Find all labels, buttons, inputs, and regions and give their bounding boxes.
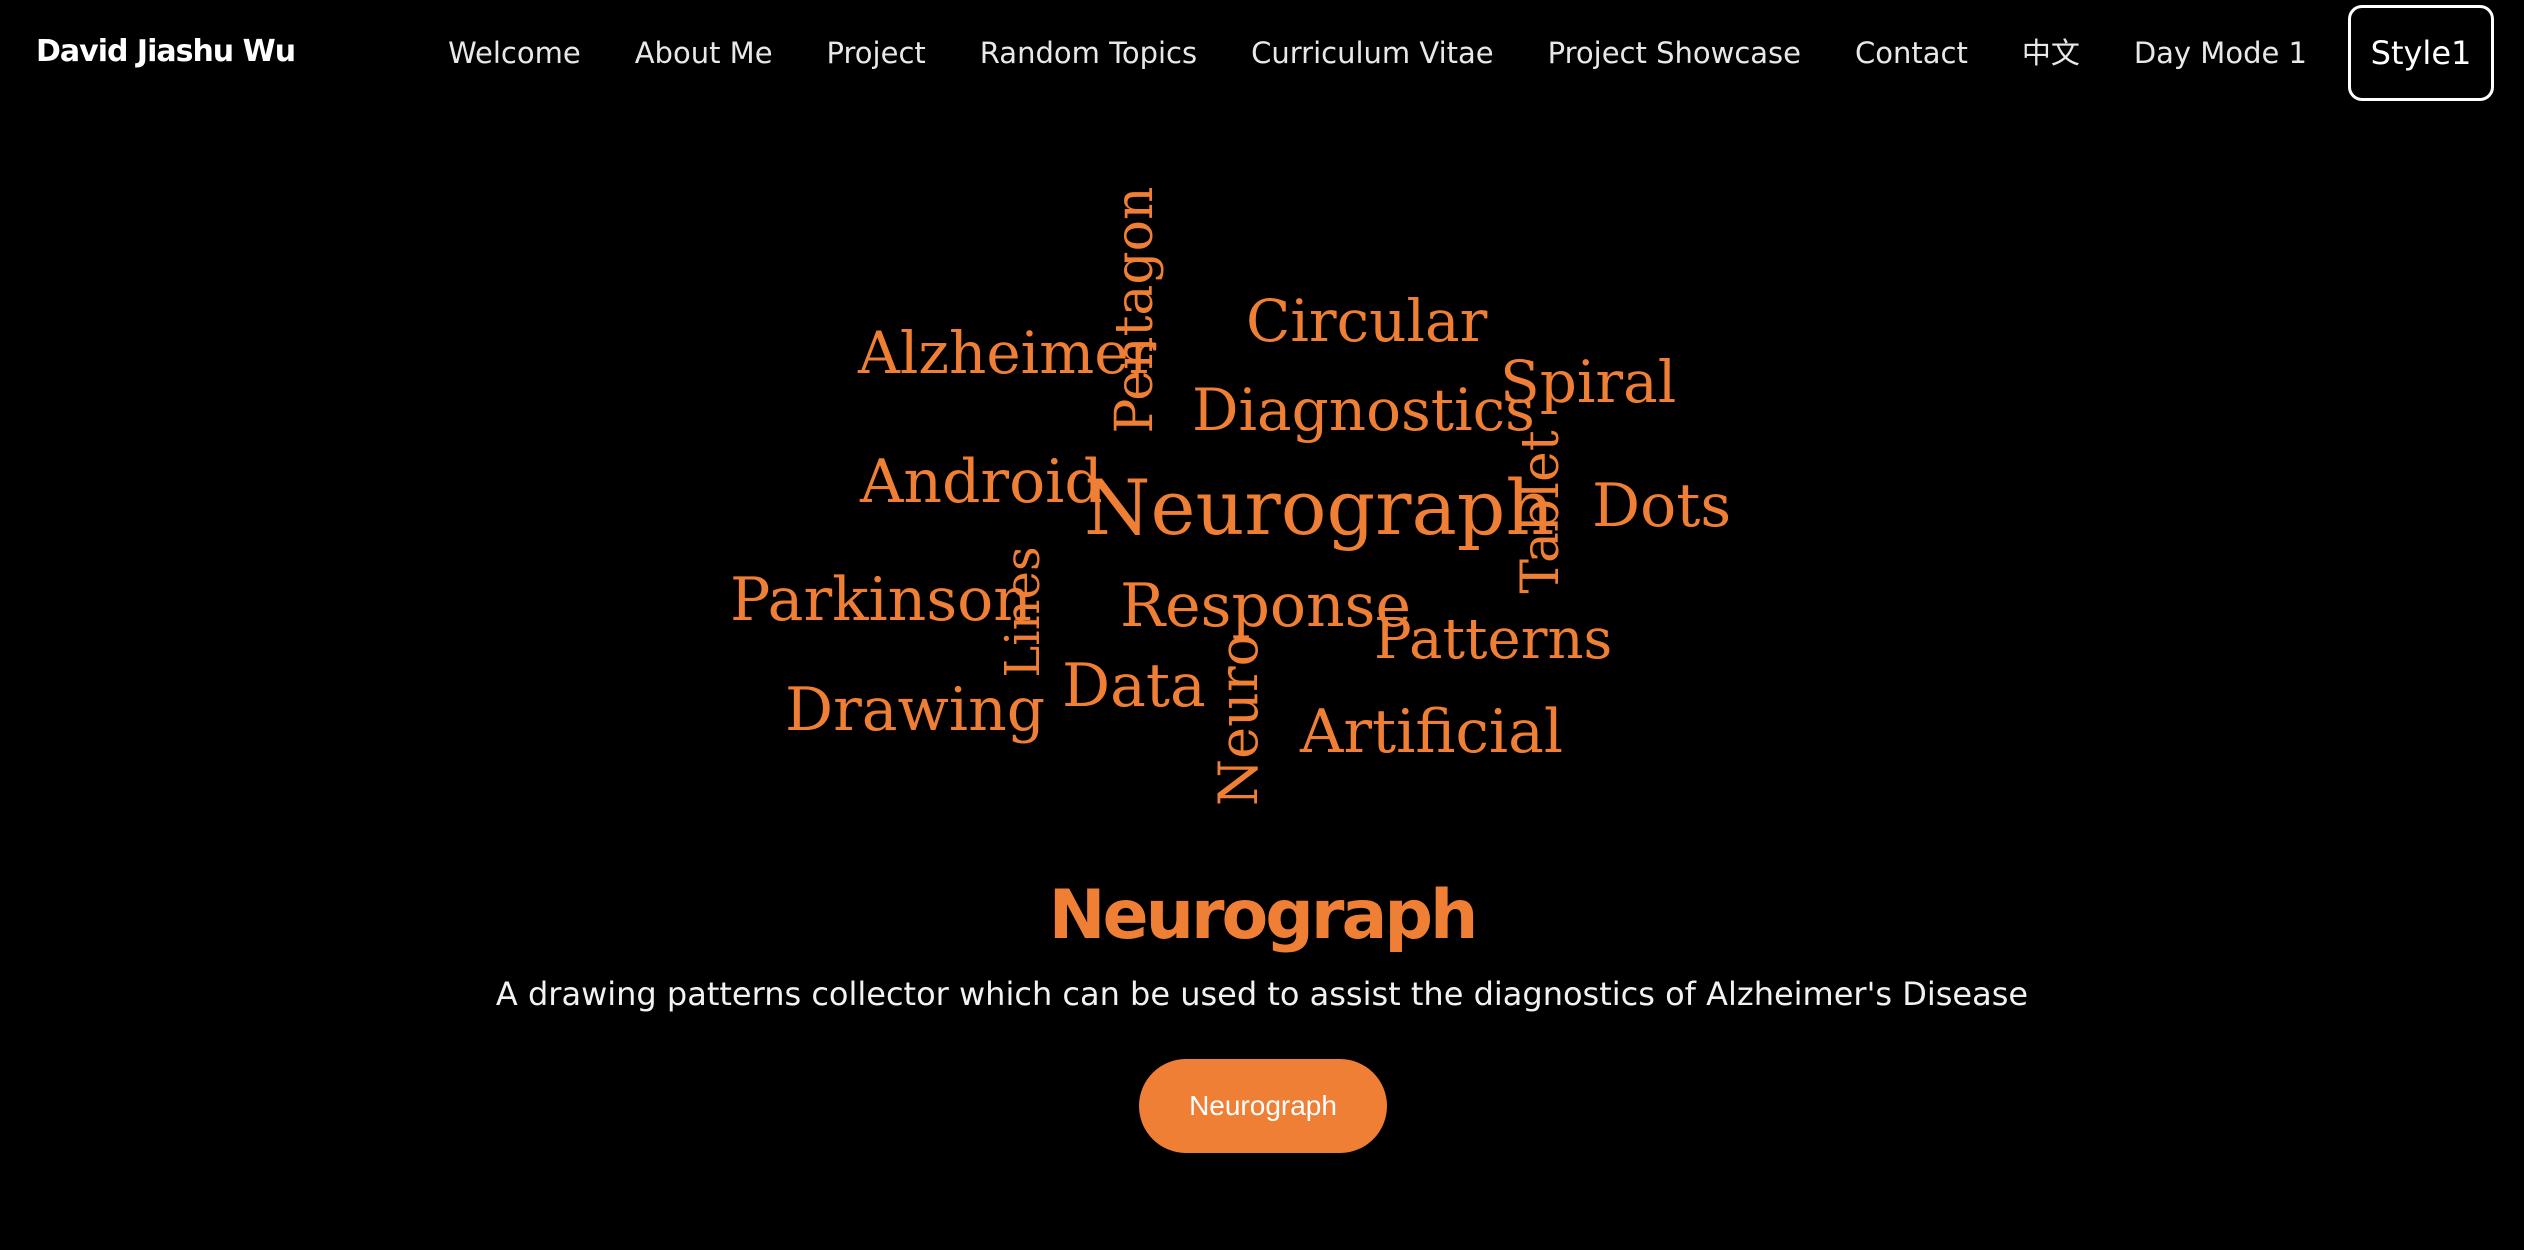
word-cloud-word: Parkinson xyxy=(730,565,1032,635)
nav-item-welcome[interactable]: Welcome xyxy=(448,33,581,73)
word-cloud-word: Drawing xyxy=(785,675,1046,745)
nav-item-project[interactable]: Project xyxy=(827,33,926,73)
word-cloud-word: Spiral xyxy=(1500,348,1677,416)
word-cloud-word: Tablet xyxy=(1511,430,1571,594)
word-cloud-word: Patterns xyxy=(1374,607,1613,672)
navbar: David Jiashu Wu Welcome About Me Project… xyxy=(0,0,2524,106)
nav-item-project-showcase[interactable]: Project Showcase xyxy=(1548,33,1801,73)
nav-item-day-mode-toggle[interactable]: Day Mode 1 xyxy=(2134,33,2307,73)
site-brand[interactable]: David Jiashu Wu xyxy=(36,30,296,74)
nav-item-curriculum-vitae[interactable]: Curriculum Vitae xyxy=(1251,33,1494,73)
nav-item-contact[interactable]: Contact xyxy=(1855,33,1968,73)
style-switch-button[interactable]: Style1 xyxy=(2348,5,2494,101)
hero-subtitle: A drawing patterns collector which can b… xyxy=(495,975,2029,1013)
nav-item-chinese-language[interactable]: 中文 xyxy=(2022,33,2080,73)
word-cloud-word: Response xyxy=(1120,571,1411,641)
word-cloud-word: Pentagon xyxy=(1105,186,1165,434)
word-cloud-word: Neuro xyxy=(1207,633,1270,807)
nav-menu: Welcome About Me Project Random Topics C… xyxy=(421,0,2494,106)
nav-item-random-topics[interactable]: Random Topics xyxy=(980,33,1197,73)
word-cloud-word: Lines xyxy=(995,546,1051,678)
word-cloud-word: Alzheimer xyxy=(858,319,1157,387)
word-cloud-word: Circular xyxy=(1246,287,1488,355)
word-cloud-word: Diagnostics xyxy=(1192,376,1535,444)
nav-item-about-me[interactable]: About Me xyxy=(635,33,773,73)
word-cloud-word: Artificial xyxy=(1300,697,1564,767)
word-cloud-word: Dots xyxy=(1592,471,1732,541)
neurograph-cta-button[interactable]: Neurograph xyxy=(1139,1059,1387,1153)
word-cloud-word: Android xyxy=(860,447,1103,517)
word-cloud-word: Neurograph xyxy=(1084,463,1555,552)
word-cloud-word: Data xyxy=(1062,651,1206,721)
hero-title: Neurograph xyxy=(1048,876,1479,955)
